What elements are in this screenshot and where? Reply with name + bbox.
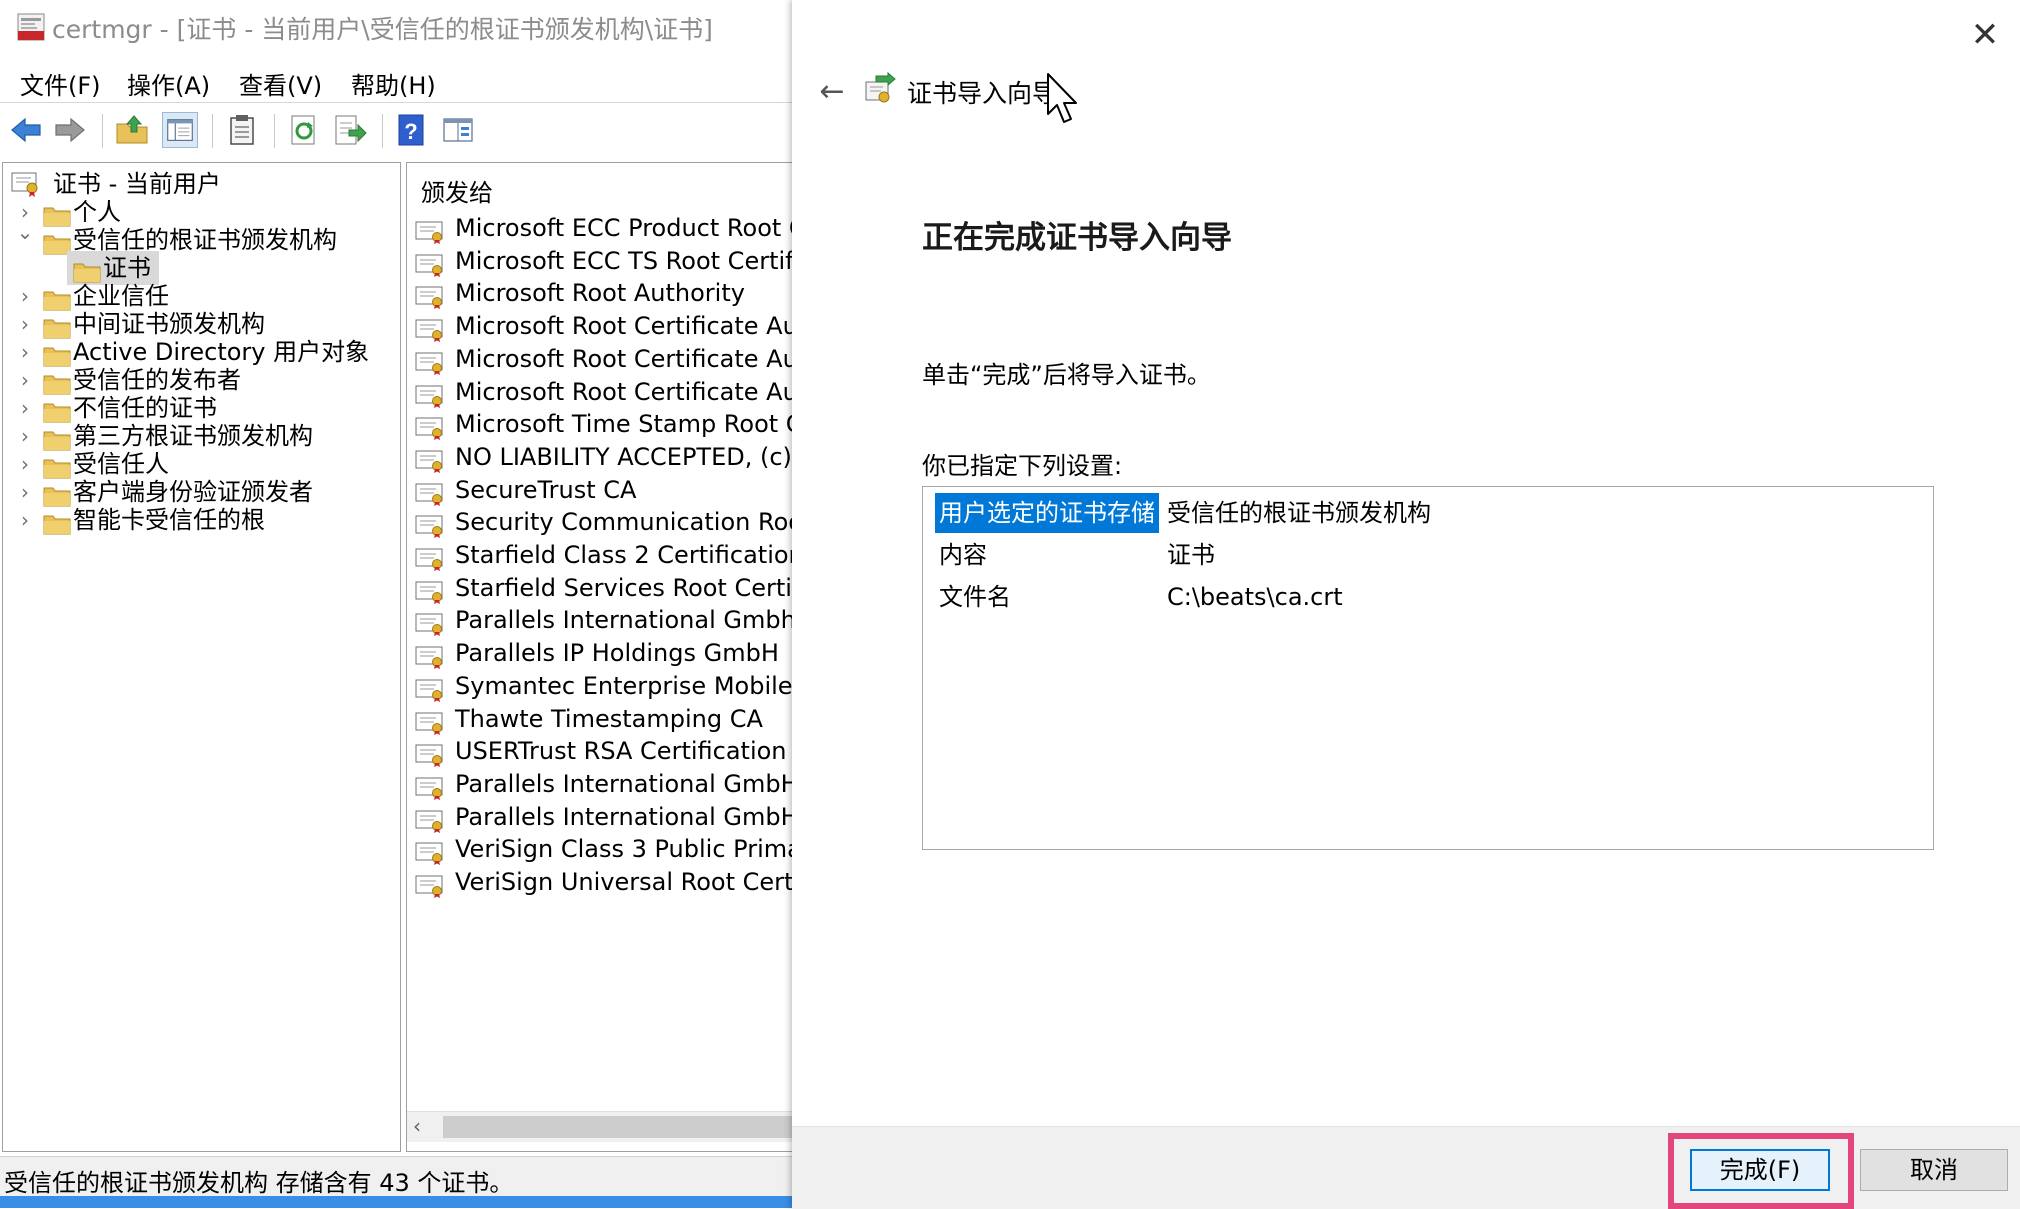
list-pane: 颁发给 Microsoft ECC Product Root C... Micro… [406,162,792,1152]
folder-icon [43,286,71,311]
forward-arrow-icon[interactable] [52,112,88,148]
settings-row-content[interactable]: 内容 证书 [935,535,1915,575]
certificate-icon [415,511,445,539]
close-button[interactable]: ✕ [1960,10,2010,60]
certificate-icon [415,609,445,637]
cancel-button[interactable]: 取消 [1860,1149,2008,1191]
menu-view[interactable]: 查看(V) [239,64,322,103]
folder-icon [73,258,101,283]
certmgr-app-icon [17,13,45,41]
certificate-icon [415,348,445,375]
folder-icon [43,342,71,367]
toolbar-separator [212,114,213,148]
tree-item[interactable]: › 智能卡受信任的根 [15,503,395,537]
folder-icon [43,314,71,339]
title-bar: certmgr - [证书 - 当前用户\受信任的根证书颁发机构\证书] [0,0,792,56]
certificate-icon [415,446,445,473]
toolbar: ? [0,106,792,156]
certificate-icon [415,282,445,310]
properties-pane-icon[interactable] [440,112,476,148]
scroll-left-icon[interactable]: ‹ [413,1114,421,1138]
menu-help[interactable]: 帮助(H) [351,64,436,103]
mouse-pointer-icon [1047,73,1077,123]
refresh-icon[interactable] [286,112,322,148]
folder-icon [43,398,71,423]
certificate-icon [415,740,445,768]
menu-bar: 文件(F) 操作(A) 查看(V) 帮助(H) [0,60,792,104]
settings-row-filename[interactable]: 文件名 C:\beats\ca.crt [935,577,1915,617]
certificate-icon [415,577,445,604]
certificate-icon [415,217,445,244]
taskbar-strip [0,1196,792,1208]
window-title: certmgr - [证书 - 当前用户\受信任的根证书颁发机构\证书] [52,15,713,44]
certificate-icon [415,250,445,277]
status-text: 受信任的根证书颁发机构 存储含有 43 个证书。 [4,1169,514,1197]
column-header-issued-to[interactable]: 颁发给 [421,173,493,208]
settings-row-store[interactable]: 用户选定的证书存储 受信任的根证书颁发机构 [935,493,1915,533]
certificate-icon [415,642,445,670]
help-icon[interactable]: ? [394,112,430,148]
certificate-icon [415,871,445,898]
scrollbar-thumb[interactable] [443,1116,792,1138]
certificate-wizard-icon [865,72,896,103]
tree-pane: 证书 - 当前用户 › 个人 ⌄ 受信任的根证书颁发机构 证书 › 企业信任 › 中间证书颁发机… [2,162,401,1152]
settings-key: 文件名 [939,583,1011,611]
folder-icon [43,510,71,535]
show-tree-icon[interactable] [162,112,198,148]
certificate-icon [415,479,445,506]
certificate-icon [415,838,445,866]
wizard-heading: 正在完成证书导入向导 [922,220,1232,256]
folder-icon [43,202,71,227]
certificate-icon [415,315,445,343]
settings-value: C:\beats\ca.crt [1167,583,1343,611]
toolbar-separator [102,114,103,148]
certificate-icon [415,708,445,735]
certificate-import-wizard: ✕ ← 证书导入向导 正在完成证书导入向导 单击“完成”后将导入证书。 你已指定… [792,0,2020,1209]
chevron-right-icon[interactable]: › [15,503,35,537]
export-list-icon[interactable] [332,112,368,148]
wizard-footer: 完成(F) 取消 [792,1126,2020,1209]
horizontal-scrollbar[interactable]: ‹ [407,1111,792,1142]
certificate-icon [415,773,445,800]
certificate-row[interactable]: VeriSign Universal Root Certifi... [415,863,792,901]
certificate-issued-to: VeriSign Universal Root Certifi... [455,868,792,896]
instruction-text: 单击“完成”后将导入证书。 [922,361,1211,389]
toolbar-separator [274,114,275,148]
folder-icon [43,370,71,395]
chevron-down-icon[interactable]: ⌄ [15,215,35,249]
settings-value: 证书 [1167,541,1215,569]
certificate-icon [415,544,445,571]
certificate-store-icon [11,172,38,197]
tree-item-label: 智能卡受信任的根 [73,506,265,534]
back-arrow-icon[interactable] [8,112,44,148]
settings-label: 你已指定下列设置: [922,452,1123,480]
menu-action[interactable]: 操作(A) [127,64,210,103]
toolbar-separator [382,114,383,148]
certificate-icon [415,806,445,833]
folder-icon [43,454,71,479]
status-bar: 受信任的根证书颁发机构 存储含有 43 个证书。 [0,1156,792,1197]
svg-text:?: ? [404,119,417,144]
certmgr-window: certmgr - [证书 - 当前用户\受信任的根证书颁发机构\证书] 文件(… [0,0,792,1208]
certificate-icon [415,413,445,441]
wizard-title: 证书导入向导 [907,79,1058,108]
up-folder-icon[interactable] [114,112,150,148]
certificate-icon [415,675,445,702]
menu-file[interactable]: 文件(F) [20,64,101,103]
settings-key: 用户选定的证书存储 [935,493,1159,533]
folder-icon [43,482,71,507]
settings-key: 内容 [939,541,987,569]
certificate-icon [415,381,445,408]
settings-summary-list[interactable]: 用户选定的证书存储 受信任的根证书颁发机构 内容 证书 文件名 C:\beats… [922,486,1934,850]
finish-button[interactable]: 完成(F) [1690,1149,1830,1191]
clipboard-icon[interactable] [224,112,260,148]
settings-value: 受信任的根证书颁发机构 [1167,499,1431,527]
folder-icon [43,230,71,255]
menu-divider [0,102,792,103]
back-button[interactable]: ← [810,72,854,112]
folder-icon [43,426,71,451]
